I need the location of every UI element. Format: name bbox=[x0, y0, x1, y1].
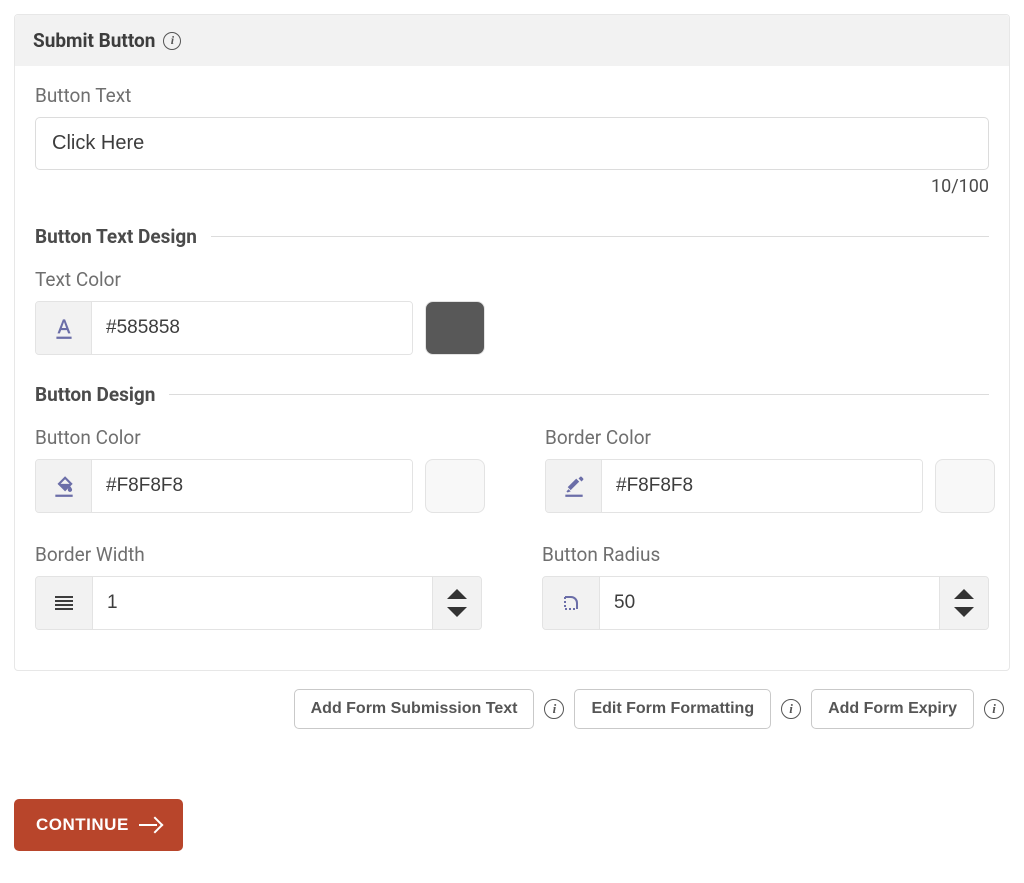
actions-row: Add Form Submission Text i Edit Form For… bbox=[14, 671, 1010, 729]
increment-button[interactable] bbox=[447, 589, 467, 599]
section-text-design: Button Text Design bbox=[35, 225, 989, 248]
stepper-controls bbox=[940, 577, 988, 629]
text-color-swatch[interactable] bbox=[425, 301, 485, 355]
section-button-design: Button Design bbox=[35, 383, 989, 406]
add-form-submission-text-button[interactable]: Add Form Submission Text bbox=[294, 689, 535, 729]
pencil-icon bbox=[546, 460, 602, 512]
panel-title: Submit Button bbox=[33, 29, 155, 52]
add-form-expiry-button[interactable]: Add Form Expiry bbox=[811, 689, 974, 729]
panel-header: Submit Button i bbox=[15, 15, 1009, 66]
button-text-label: Button Text bbox=[35, 84, 989, 107]
char-counter: 10/100 bbox=[35, 176, 989, 197]
edit-form-formatting-button[interactable]: Edit Form Formatting bbox=[574, 689, 771, 729]
panel-body: Button Text 10/100 Button Text Design Te… bbox=[15, 66, 1009, 670]
radius-icon bbox=[543, 577, 599, 629]
button-color-block: Button Color bbox=[35, 426, 485, 513]
border-width-block: Border Width bbox=[35, 543, 482, 630]
lines-icon bbox=[36, 577, 92, 629]
decrement-button[interactable] bbox=[954, 607, 974, 617]
border-color-input[interactable] bbox=[602, 460, 922, 512]
button-color-swatch[interactable] bbox=[425, 459, 485, 513]
button-text-input[interactable] bbox=[35, 117, 989, 170]
text-color-input[interactable] bbox=[92, 302, 412, 354]
button-color-input[interactable] bbox=[92, 460, 412, 512]
button-radius-block: Button Radius bbox=[542, 543, 989, 630]
button-color-label: Button Color bbox=[35, 426, 485, 449]
divider-line bbox=[211, 236, 989, 237]
border-width-label: Border Width bbox=[35, 543, 482, 566]
border-width-input[interactable] bbox=[92, 577, 433, 629]
fill-icon bbox=[36, 460, 92, 512]
text-color-icon bbox=[36, 302, 92, 354]
button-color-input-wrap bbox=[35, 459, 413, 513]
button-color-group bbox=[35, 459, 485, 513]
info-icon[interactable]: i bbox=[984, 699, 1004, 719]
number-row: Border Width Button Radius bbox=[35, 543, 989, 630]
border-color-swatch[interactable] bbox=[935, 459, 995, 513]
continue-wrap: CONTINUE bbox=[14, 799, 1010, 851]
color-row: Button Color Border Color bbox=[35, 426, 989, 513]
submit-button-panel: Submit Button i Button Text 10/100 Butto… bbox=[14, 14, 1010, 671]
border-color-group bbox=[545, 459, 995, 513]
text-color-group bbox=[35, 301, 989, 355]
border-color-label: Border Color bbox=[545, 426, 995, 449]
section-title: Button Design bbox=[35, 383, 155, 406]
button-radius-input[interactable] bbox=[599, 577, 940, 629]
decrement-button[interactable] bbox=[447, 607, 467, 617]
text-color-label: Text Color bbox=[35, 268, 989, 291]
border-width-stepper bbox=[35, 576, 482, 630]
arrow-right-icon bbox=[139, 818, 161, 832]
continue-label: CONTINUE bbox=[36, 815, 129, 835]
continue-button[interactable]: CONTINUE bbox=[14, 799, 183, 851]
info-icon[interactable]: i bbox=[163, 32, 181, 50]
button-radius-label: Button Radius bbox=[542, 543, 989, 566]
stepper-controls bbox=[433, 577, 481, 629]
info-icon[interactable]: i bbox=[544, 699, 564, 719]
text-color-input-wrap bbox=[35, 301, 413, 355]
divider-line bbox=[169, 394, 989, 395]
border-color-block: Border Color bbox=[545, 426, 995, 513]
border-color-input-wrap bbox=[545, 459, 923, 513]
info-icon[interactable]: i bbox=[781, 699, 801, 719]
section-title: Button Text Design bbox=[35, 225, 197, 248]
increment-button[interactable] bbox=[954, 589, 974, 599]
button-radius-stepper bbox=[542, 576, 989, 630]
